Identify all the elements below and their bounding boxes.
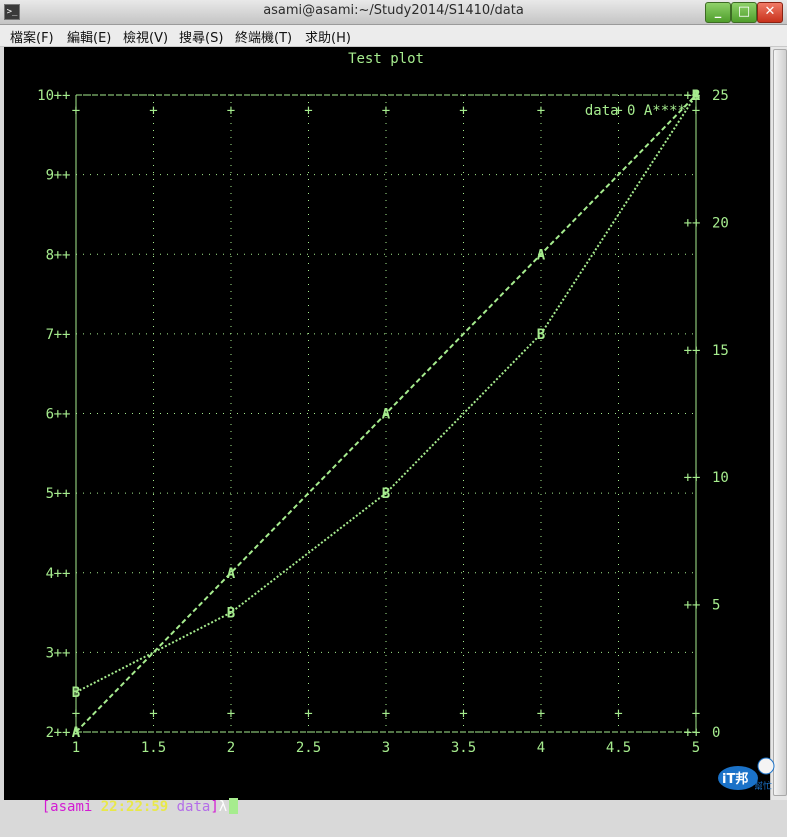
x-tick-mark-top: + xyxy=(459,103,467,119)
x-tick-label: 4.5 xyxy=(606,740,631,756)
y-tick-mark: ++ xyxy=(54,327,71,343)
y-tick-label: 9 xyxy=(46,168,54,184)
window-title: asami@asami:~/Study2014/S1410/data xyxy=(263,3,524,18)
x-tick-mark-bottom: + xyxy=(537,706,545,722)
scrollbar-thumb[interactable] xyxy=(773,49,787,796)
vertical-scrollbar[interactable] xyxy=(770,47,787,800)
y-tick-label: 10 xyxy=(37,88,54,104)
ithelp-logo: iT邦 幫忙 xyxy=(718,757,775,792)
logo-text: iT邦 xyxy=(722,771,748,787)
x-tick-label: 1.5 xyxy=(141,740,166,756)
series-2-point: B xyxy=(227,606,235,622)
y2-tick-mark: ++ xyxy=(684,598,701,614)
text-cursor xyxy=(229,798,239,814)
x-tick-label: 2.5 xyxy=(296,740,321,756)
x-tick-mark-top: + xyxy=(227,103,235,119)
y2-tick-label: 15 xyxy=(712,343,729,359)
menu-file[interactable]: 檔案(F) xyxy=(10,27,54,46)
x-tick-mark-bottom: + xyxy=(149,706,157,722)
y-tick-mark: ++ xyxy=(54,566,71,582)
x-tick-mark-top: + xyxy=(72,103,80,119)
y2-tick-label: 25 xyxy=(712,88,729,104)
x-tick-mark-top: + xyxy=(692,103,700,119)
prompt-dir: data xyxy=(176,799,211,815)
prompt-close-bracket: ] xyxy=(210,799,219,815)
x-tick-mark-bottom: + xyxy=(614,706,622,722)
series-1-point: A xyxy=(72,725,81,741)
y-tick-label: 8 xyxy=(46,247,54,263)
prompt-time: 22:22:59 xyxy=(100,799,169,815)
x-tick-mark-bottom: + xyxy=(459,706,467,722)
y-tick-label: 6 xyxy=(46,407,54,423)
y-tick-label: 5 xyxy=(46,486,54,502)
series-1-point: A xyxy=(227,566,236,582)
maximize-button[interactable]: □ xyxy=(731,2,757,23)
x-tick-mark-bottom: + xyxy=(304,706,312,722)
series-2-point: B xyxy=(537,327,545,343)
x-tick-label: 3 xyxy=(382,740,390,756)
y2-tick-label: 0 xyxy=(712,725,720,741)
y-tick-mark: ++ xyxy=(54,725,71,741)
y2-tick-label: 10 xyxy=(712,470,729,486)
x-tick-label: 3.5 xyxy=(451,740,476,756)
y-tick-mark: ++ xyxy=(54,645,71,661)
y2-tick-mark: ++ xyxy=(684,215,701,231)
x-tick-label: 5 xyxy=(692,740,700,756)
terminal-area[interactable]: Test plot ++ 2 ++ 3 ++ 4 ++ 5 ++ 6 ++ 7 ++ 8 ++ 9 ++ 10 ++ 0… xyxy=(4,47,770,815)
menu-search[interactable]: 搜尋(S) xyxy=(179,27,223,46)
x-tick-mark-bottom: + xyxy=(692,706,700,722)
y2-tick-mark: ++ xyxy=(684,343,701,359)
y-tick-label: 3 xyxy=(46,645,54,661)
x-tick-mark-bottom: + xyxy=(227,706,235,722)
ascii-plot: Test plot++2++3++4++5++6++7++8++9++10++ 0… xyxy=(37,51,729,756)
series-2-point: B xyxy=(692,88,700,104)
prompt-symbol: λ xyxy=(218,799,228,815)
chart-title: Test plot xyxy=(348,51,424,67)
shell-prompt: [asami 22:22:59 data]λ xyxy=(8,777,239,815)
y-tick-label: 4 xyxy=(46,566,54,582)
series-1-point: A xyxy=(382,407,391,423)
menu-terminal[interactable]: 終端機(T) xyxy=(235,27,292,46)
prompt-user: asami xyxy=(50,799,93,815)
minimize-button[interactable]: _ xyxy=(705,2,731,23)
prompt-open-bracket: [ xyxy=(41,799,51,815)
series-2-point: B xyxy=(72,685,80,701)
y-tick-label: 2 xyxy=(46,725,54,741)
x-tick-mark-top: + xyxy=(149,103,157,119)
legend-entry-1: data 0 A**** xyxy=(585,103,686,119)
y-tick-mark: ++ xyxy=(54,168,71,184)
x-tick-label: 1 xyxy=(72,740,80,756)
y2-tick-label: 20 xyxy=(712,215,729,231)
y2-tick-label: 5 xyxy=(712,598,720,614)
series-line-2 xyxy=(75,94,697,694)
menu-view[interactable]: 檢視(V) xyxy=(123,27,168,46)
y-tick-mark: ++ xyxy=(54,88,71,104)
series-2-point: B xyxy=(382,486,390,502)
menu-bar: 檔案(F) 編輯(E) 檢視(V) 搜尋(S) 終端機(T) 求助(H) xyxy=(0,25,787,47)
menu-edit[interactable]: 編輯(E) xyxy=(67,27,111,46)
y2-tick-mark: ++ xyxy=(684,725,701,741)
window-titlebar[interactable]: >_ asami@asami:~/Study2014/S1410/data _ … xyxy=(0,0,787,25)
y-tick-mark: ++ xyxy=(54,486,71,502)
x-tick-label: 2 xyxy=(227,740,235,756)
close-button[interactable]: ✕ xyxy=(757,2,783,23)
series-1-point: A xyxy=(537,247,546,263)
menu-help[interactable]: 求助(H) xyxy=(305,27,351,46)
x-tick-mark-top: + xyxy=(537,103,545,119)
logo-subtext: 幫忙 xyxy=(754,780,772,792)
y-tick-label: 7 xyxy=(46,327,54,343)
y-tick-mark: ++ xyxy=(54,247,71,263)
y2-tick-mark: ++ xyxy=(684,470,701,486)
x-tick-mark-top: + xyxy=(382,103,390,119)
x-tick-mark-top: + xyxy=(304,103,312,119)
y-tick-mark: ++ xyxy=(54,407,71,423)
x-tick-label: 4 xyxy=(537,740,545,756)
x-tick-mark-bottom: + xyxy=(72,706,80,722)
x-tick-mark-bottom: + xyxy=(382,706,390,722)
